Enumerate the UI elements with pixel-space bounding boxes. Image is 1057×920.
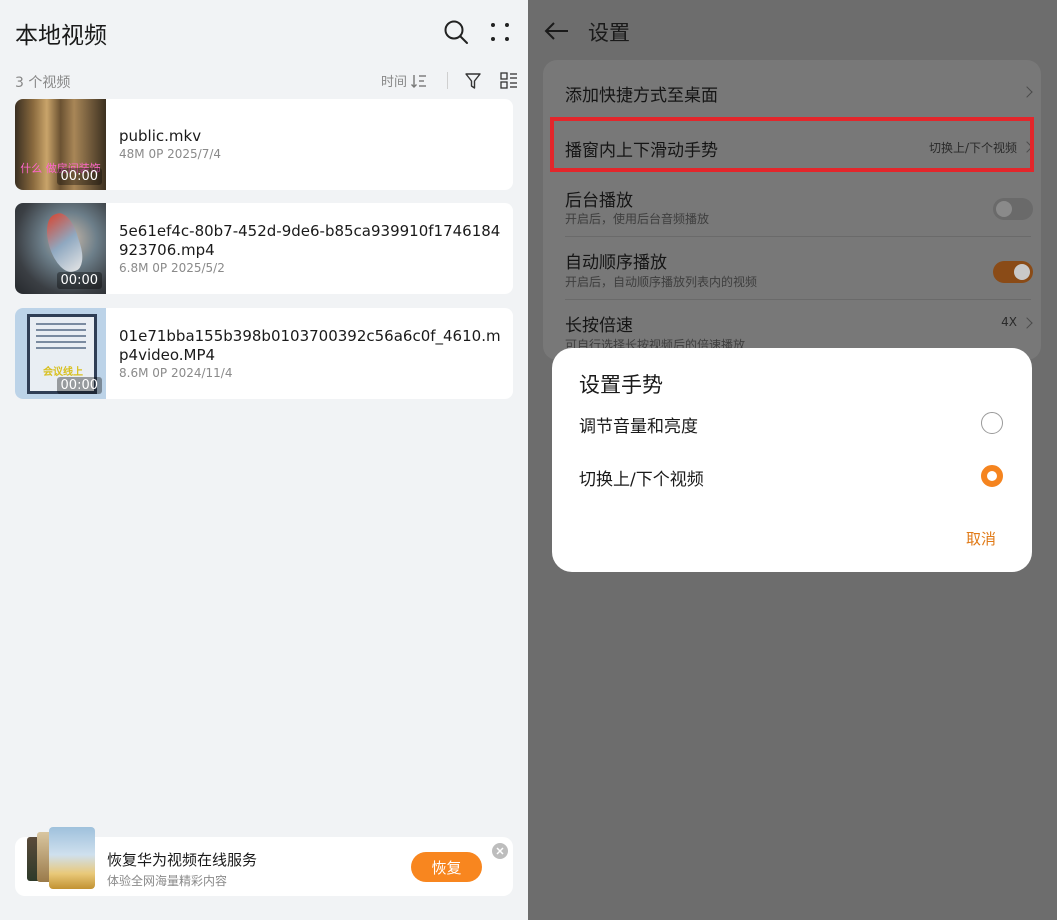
option-switch-video[interactable]: 切换上/下个视频 — [552, 456, 1032, 496]
thumbnail-image — [40, 209, 88, 277]
setting-auto-play[interactable]: 自动顺序播放 开启后，自动顺序播放列表内的视频 — [543, 240, 1041, 302]
restore-button[interactable]: 恢复 — [411, 852, 482, 882]
banner-subtitle: 体验全网海量精彩内容 — [107, 874, 228, 888]
local-video-pane: 本地视频 3 个视频 时间 什么 做房间装饰 00:00 public.mkv … — [0, 0, 528, 920]
page-title: 本地视频 — [15, 23, 107, 49]
video-list-item[interactable]: 会议线上 00:00 01e71bba155b398b0103700392c56… — [15, 308, 513, 399]
dialog-title: 设置手势 — [579, 373, 663, 397]
chevron-right-icon — [1021, 317, 1033, 329]
view-mode-icon[interactable] — [498, 70, 520, 92]
setting-label: 后台播放 — [565, 191, 633, 211]
setting-value: 4X — [1001, 315, 1017, 329]
video-thumbnail: 什么 做房间装饰 00:00 — [15, 99, 106, 190]
background-play-toggle[interactable] — [993, 198, 1033, 220]
divider — [565, 236, 1031, 237]
setting-description: 开启后，使用后台音频播放 — [565, 212, 710, 226]
video-count: 3 个视频 — [15, 75, 71, 91]
thumbnail-caption: 会议线上 — [43, 367, 83, 378]
video-duration: 00:00 — [56, 377, 102, 394]
option-label: 切换上/下个视频 — [579, 470, 704, 490]
cancel-button[interactable]: 取消 — [966, 528, 996, 549]
setting-label: 添加快捷方式至桌面 — [565, 86, 718, 106]
divider — [565, 299, 1031, 300]
setting-label: 自动顺序播放 — [565, 253, 667, 273]
video-list-item[interactable]: 00:00 5e61ef4c-80b7-452d-9de6-b85ca93991… — [15, 203, 513, 294]
chevron-right-icon — [1021, 86, 1033, 98]
sort-label: 时间 — [381, 75, 408, 90]
sort-icon — [411, 74, 427, 88]
video-list-item[interactable]: 什么 做房间装饰 00:00 public.mkv 48M 0P 2025/7/… — [15, 99, 513, 190]
back-arrow-icon[interactable] — [542, 16, 572, 46]
sort-button[interactable]: 时间 — [381, 71, 427, 90]
setting-label: 长按倍速 — [565, 316, 633, 336]
banner-title: 恢复华为视频在线服务 — [107, 851, 258, 869]
more-icon[interactable] — [484, 16, 516, 48]
option-label: 调节音量和亮度 — [579, 417, 698, 437]
option-volume-brightness[interactable]: 调节音量和亮度 — [552, 403, 1032, 443]
setting-background-play[interactable]: 后台播放 开启后，使用后台音频播放 — [543, 177, 1041, 239]
setting-description: 开启后，自动顺序播放列表内的视频 — [565, 275, 758, 289]
video-duration: 00:00 — [56, 168, 102, 185]
video-thumbnail: 00:00 — [15, 203, 106, 294]
video-thumbnail: 会议线上 00:00 — [15, 308, 106, 399]
settings-list: 添加快捷方式至桌面 播窗内上下滑动手势 切换上/下个视频 后台播放 开启后，使用… — [543, 60, 1041, 360]
highlight-annotation — [550, 117, 1034, 172]
video-title: 01e71bba155b398b0103700392c56a6c0f_4610.… — [119, 327, 501, 364]
video-duration: 00:00 — [56, 272, 102, 289]
video-meta: 8.6M 0P 2024/11/4 — [119, 366, 233, 380]
page-title: 设置 — [588, 21, 630, 45]
banner-image — [27, 827, 97, 891]
video-title: public.mkv — [119, 127, 202, 145]
divider — [447, 72, 448, 89]
close-icon[interactable] — [492, 843, 508, 859]
restore-service-banner[interactable]: 恢复华为视频在线服务 体验全网海量精彩内容 恢复 — [15, 827, 513, 896]
radio-button-selected[interactable] — [981, 465, 1003, 487]
video-title: 5e61ef4c-80b7-452d-9de6-b85ca939910f1746… — [119, 222, 501, 259]
video-meta: 48M 0P 2025/7/4 — [119, 147, 222, 161]
video-meta: 6.8M 0P 2025/5/2 — [119, 261, 225, 275]
setting-add-shortcut[interactable]: 添加快捷方式至桌面 — [543, 60, 1041, 122]
filter-icon[interactable] — [462, 70, 484, 92]
search-icon[interactable] — [440, 16, 472, 48]
gesture-dialog: 设置手势 调节音量和亮度 切换上/下个视频 取消 — [552, 348, 1032, 572]
auto-play-toggle[interactable] — [993, 261, 1033, 283]
radio-button[interactable] — [981, 412, 1003, 434]
